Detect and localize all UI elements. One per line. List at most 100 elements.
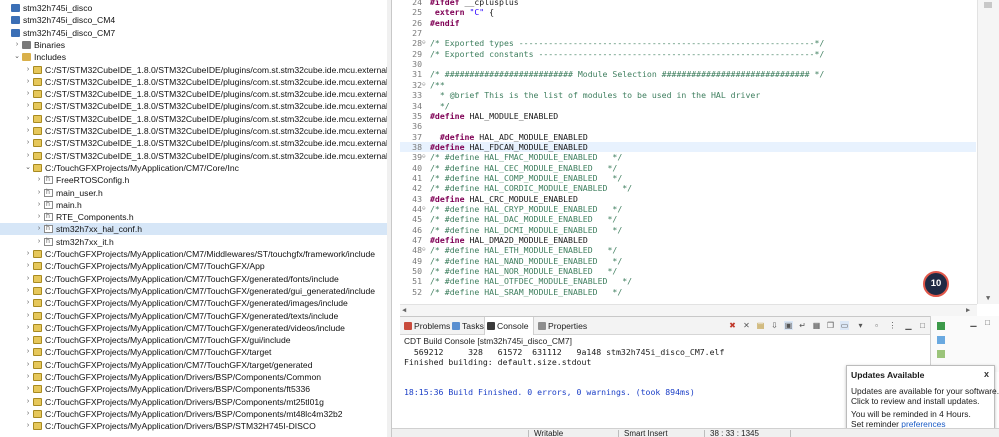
tree-item[interactable]: › stm32h7xx_it.h (0, 236, 388, 248)
chevron-right-icon[interactable]: › (35, 199, 43, 211)
chevron-right-icon[interactable]: › (24, 113, 32, 125)
chevron-right-icon[interactable]: › (35, 236, 43, 248)
editor-horizontal-scrollbar[interactable]: ◀ ▶ (400, 304, 977, 316)
chevron-right-icon[interactable]: › (24, 420, 32, 432)
explorer-scrollbar[interactable] (387, 0, 391, 437)
tree-item[interactable]: › C:/ST/STM32CubeIDE_1.8.0/STM32CubeIDE/p… (0, 100, 391, 112)
scroll-lock-icon[interactable]: ⇩ (770, 321, 779, 330)
chevron-right-icon[interactable]: › (13, 39, 21, 51)
maximize-icon[interactable]: □ (918, 321, 927, 330)
tree-item[interactable]: › C:/TouchGFXProjects/MyApplication/Drive… (0, 420, 388, 432)
code-editor[interactable]: 24 #ifdef __cplusplus 25 extern "C" {26 #en… (400, 0, 999, 316)
tree-item[interactable]: › C:/TouchGFXProjects/MyApplication/CM7/T… (0, 322, 388, 334)
updates-notification[interactable]: Updates Available x Updates are availabl… (846, 365, 999, 431)
tree-item[interactable]: › Binaries (0, 39, 388, 51)
editor-scroll-thumb[interactable] (984, 2, 992, 8)
chevron-right-icon[interactable]: › (24, 248, 32, 260)
chevron-down-icon[interactable]: ⌄ (13, 51, 21, 63)
tree-item[interactable]: › FreeRTOSConfig.h (0, 174, 388, 186)
tree-item[interactable]: › C:/TouchGFXProjects/MyApplication/CM7/T… (0, 346, 388, 358)
chevron-right-icon[interactable] (2, 14, 10, 26)
tree-item[interactable]: › C:/TouchGFXProjects/MyApplication/Drive… (0, 371, 388, 383)
chevron-right-icon[interactable]: › (35, 223, 43, 235)
remove-launch-icon[interactable]: ✕ (742, 321, 751, 330)
chevron-right-icon[interactable]: › (24, 150, 32, 162)
tree-item[interactable]: ⌄ C:/TouchGFXProjects/MyApplication/CM7/C… (0, 162, 388, 174)
tree-item[interactable]: › stm32h7xx_hal_conf.h (0, 223, 388, 236)
tree-item[interactable]: › C:/TouchGFXProjects/MyApplication/Drive… (0, 396, 388, 408)
panel-item-icon[interactable] (937, 350, 945, 358)
chevron-right-icon[interactable]: › (35, 211, 43, 223)
chevron-right-icon[interactable]: › (24, 125, 32, 137)
chevron-right-icon[interactable]: › (24, 100, 32, 112)
tab-console[interactable]: Console (484, 317, 534, 335)
clear-console-icon[interactable]: ▤ (756, 321, 765, 330)
editor-vertical-scrollbar[interactable]: ▲ ▼ (977, 0, 999, 304)
chevron-right-icon[interactable]: › (24, 64, 32, 76)
tree-item[interactable]: stm32h745i_disco_CM7 (0, 27, 388, 39)
chevron-right-icon[interactable]: › (24, 76, 32, 88)
notification-count-badge[interactable]: 10 (923, 271, 949, 297)
chevron-right-icon[interactable]: › (24, 285, 32, 297)
tree-item[interactable]: ⌄ Includes (0, 51, 388, 63)
close-icon[interactable]: x (984, 369, 989, 379)
tree-item[interactable]: › C:/TouchGFXProjects/MyApplication/CM7/T… (0, 285, 388, 297)
tab-problems[interactable]: Problems (402, 317, 450, 335)
chevron-down-icon[interactable]: ⌄ (24, 162, 32, 174)
open-console-icon[interactable]: ▾ (856, 321, 865, 330)
tab-properties[interactable]: Properties (536, 317, 588, 335)
tree-item[interactable]: › C:/TouchGFXProjects/MyApplication/CM7/T… (0, 273, 388, 285)
terminate-icon[interactable]: ✖ (728, 321, 737, 330)
fold-icon[interactable]: ⊖ (422, 80, 430, 90)
scroll-left-icon[interactable]: ◀ (402, 306, 406, 314)
tree-item[interactable]: › C:/ST/STM32CubeIDE_1.8.0/STM32CubeIDE/p… (0, 150, 391, 162)
tree-item[interactable]: › C:/ST/STM32CubeIDE_1.8.0/STM32CubeIDE/p… (0, 64, 391, 76)
chevron-right-icon[interactable]: › (24, 88, 32, 100)
tree-item[interactable]: › C:/TouchGFXProjects/MyApplication/Drive… (0, 408, 388, 420)
tree-item[interactable]: › C:/TouchGFXProjects/MyApplication/CM7/T… (0, 359, 388, 371)
panel-item-icon[interactable] (937, 336, 945, 344)
fold-icon[interactable]: ⊖ (422, 204, 430, 214)
chevron-right-icon[interactable]: › (24, 396, 32, 408)
chevron-down-icon[interactable] (2, 27, 10, 39)
chevron-right-icon[interactable]: › (35, 174, 43, 186)
chevron-right-icon[interactable] (2, 2, 10, 14)
display-selected-console-icon[interactable]: ▭ (840, 321, 849, 330)
show-on-output-icon[interactable]: ▦ (812, 321, 821, 330)
tree-item[interactable]: › C:/ST/STM32CubeIDE_1.8.0/STM32CubeIDE/p… (0, 137, 391, 149)
word-wrap-icon[interactable]: ↵ (798, 321, 807, 330)
chevron-right-icon[interactable]: › (24, 334, 32, 346)
chevron-right-icon[interactable]: › (24, 359, 32, 371)
panel-minimize-icon[interactable]: ▁ (969, 318, 978, 327)
tree-item[interactable]: › C:/ST/STM32CubeIDE_1.8.0/STM32CubeIDE/p… (0, 76, 391, 88)
tree-item[interactable]: › main.h (0, 199, 388, 211)
fold-icon[interactable]: ⊖ (422, 38, 430, 48)
tree-item[interactable]: › C:/ST/STM32CubeIDE_1.8.0/STM32CubeIDE/p… (0, 125, 391, 137)
chevron-right-icon[interactable]: › (24, 346, 32, 358)
chevron-right-icon[interactable]: › (24, 260, 32, 272)
tree-item[interactable]: stm32h745i_disco_CM4 (0, 14, 388, 26)
tree-item[interactable]: › C:/ST/STM32CubeIDE_1.8.0/STM32CubeIDE/p… (0, 88, 391, 100)
tree-item[interactable]: › C:/TouchGFXProjects/MyApplication/Drive… (0, 383, 388, 395)
panel-maximize-icon[interactable]: □ (983, 318, 992, 327)
chevron-right-icon[interactable]: › (24, 408, 32, 420)
tree-item[interactable]: › C:/TouchGFXProjects/MyApplication/CM7/M… (0, 248, 388, 260)
new-console-icon[interactable]: ▫ (872, 321, 881, 330)
chevron-right-icon[interactable]: › (24, 273, 32, 285)
notification-message[interactable]: Click to review and install updates. (851, 396, 979, 406)
tree-item[interactable]: › C:/TouchGFXProjects/MyApplication/CM7/T… (0, 334, 388, 346)
minimize-icon[interactable]: ▁ (904, 321, 913, 330)
panel-view-icon[interactable] (937, 322, 945, 330)
tree-item[interactable]: › C:/TouchGFXProjects/MyApplication/CM7/T… (0, 310, 388, 322)
scroll-down-icon[interactable]: ▼ (986, 294, 990, 302)
tree-item[interactable]: stm32h745i_disco (0, 2, 388, 14)
fold-icon[interactable]: ⊖ (422, 152, 430, 162)
tree-item[interactable]: › main_user.h (0, 187, 388, 199)
pin-console-icon[interactable]: ▣ (784, 321, 793, 330)
tree-item[interactable]: › C:/TouchGFXProjects/MyApplication/CM7/T… (0, 297, 388, 309)
scroll-right-icon[interactable]: ▶ (966, 306, 970, 314)
view-menu-icon[interactable]: ⋮ (888, 321, 897, 330)
tree-item[interactable]: › RTE_Components.h (0, 211, 388, 223)
chevron-right-icon[interactable]: › (24, 297, 32, 309)
chevron-right-icon[interactable]: › (35, 187, 43, 199)
